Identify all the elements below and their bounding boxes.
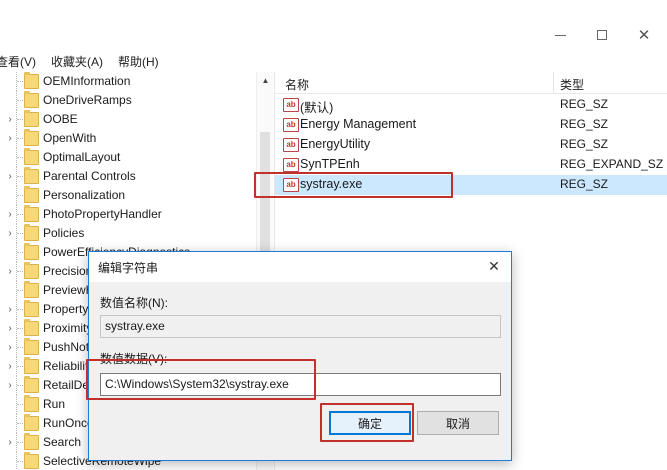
tree-item[interactable]: OptimalLayout bbox=[0, 148, 260, 167]
tree-item[interactable]: › Parental Controls bbox=[0, 167, 260, 186]
chevron-right-icon[interactable]: › bbox=[6, 319, 14, 338]
folder-icon bbox=[24, 414, 39, 431]
tree-item[interactable]: › OpenWith bbox=[0, 129, 260, 148]
folder-icon bbox=[24, 167, 39, 184]
highlight-value-data bbox=[86, 359, 316, 400]
folder-icon bbox=[24, 395, 39, 412]
tree-item-label: Proximity bbox=[43, 321, 93, 335]
list-header: 名称 类型 bbox=[275, 72, 667, 94]
close-icon: ✕ bbox=[637, 27, 651, 44]
value-type: REG_SZ bbox=[560, 117, 609, 131]
folder-icon bbox=[24, 300, 39, 317]
tree-item-label: Parental Controls bbox=[43, 169, 136, 183]
folder-icon bbox=[24, 262, 39, 279]
dialog-title: 编辑字符串 bbox=[98, 261, 159, 275]
value-type: REG_EXPAND_SZ bbox=[560, 157, 664, 171]
tree-item-label: OptimalLayout bbox=[43, 150, 121, 164]
folder-icon bbox=[24, 376, 39, 393]
ab-string-icon: ab bbox=[283, 118, 299, 132]
chevron-right-icon[interactable]: › bbox=[6, 338, 14, 357]
cancel-button[interactable]: 取消 bbox=[417, 411, 499, 435]
tree-item-label: OneDriveRamps bbox=[43, 93, 132, 107]
menu-view[interactable]: 查看(V) bbox=[0, 53, 36, 70]
chevron-right-icon[interactable]: › bbox=[6, 224, 14, 243]
chevron-right-icon[interactable]: › bbox=[6, 205, 14, 224]
column-divider[interactable] bbox=[553, 72, 554, 94]
ab-string-icon: ab bbox=[283, 138, 299, 152]
chevron-right-icon[interactable]: › bbox=[6, 376, 14, 395]
tree-item-label: Personalization bbox=[43, 188, 126, 202]
menu-bar: 查看(V) 收藏夹(A) 帮助(H) bbox=[0, 50, 667, 72]
folder-icon bbox=[24, 91, 39, 108]
folder-icon bbox=[24, 224, 39, 241]
value-name: SynTPEnh bbox=[300, 157, 360, 171]
tree-item-label: Policies bbox=[43, 226, 85, 240]
tree-item-label: OEMInformation bbox=[43, 74, 131, 88]
tree-item[interactable]: › OOBE bbox=[0, 110, 260, 129]
tree-item-label: OpenWith bbox=[43, 131, 97, 145]
tree-item[interactable]: OneDriveRamps bbox=[0, 91, 260, 110]
dialog-close-button[interactable]: ✕ bbox=[485, 257, 503, 275]
value-name-label: 数值名称(N): bbox=[100, 296, 168, 310]
tree-item[interactable]: › PhotoPropertyHandler bbox=[0, 205, 260, 224]
folder-icon bbox=[24, 72, 39, 89]
value-type: REG_SZ bbox=[560, 177, 609, 191]
folder-icon bbox=[24, 357, 39, 374]
value-name: EnergyUtility bbox=[300, 137, 371, 151]
value-type: REG_SZ bbox=[560, 97, 609, 111]
chevron-right-icon[interactable]: › bbox=[6, 433, 14, 452]
tree-item-label: PhotoPropertyHandler bbox=[43, 207, 162, 221]
folder-icon bbox=[24, 338, 39, 355]
close-window-button[interactable]: ✕ bbox=[624, 22, 664, 48]
list-item[interactable]: ab Energy Management REG_SZ bbox=[275, 115, 667, 135]
tree-item[interactable]: OEMInformation bbox=[0, 72, 260, 91]
chevron-right-icon[interactable]: › bbox=[6, 262, 14, 281]
folder-icon bbox=[24, 148, 39, 165]
list-item[interactable]: ab EnergyUtility REG_SZ bbox=[275, 135, 667, 155]
value-name-field: systray.exe bbox=[100, 315, 501, 338]
minimize-icon bbox=[554, 34, 566, 36]
tree-item-label: Search bbox=[43, 435, 82, 449]
folder-icon bbox=[24, 129, 39, 146]
folder-icon bbox=[24, 281, 39, 298]
tree-item[interactable]: Personalization bbox=[0, 186, 260, 205]
chevron-right-icon[interactable]: › bbox=[6, 357, 14, 376]
tree-item-label: RunOnce bbox=[43, 416, 94, 430]
list-item[interactable]: ab (默认) REG_SZ bbox=[275, 95, 667, 115]
ab-string-icon: ab bbox=[283, 158, 299, 172]
chevron-right-icon[interactable]: › bbox=[6, 129, 14, 148]
maximize-button[interactable] bbox=[582, 22, 622, 48]
folder-icon bbox=[24, 452, 39, 469]
dialog-titlebar: 编辑字符串 ✕ bbox=[89, 252, 511, 282]
column-header-type[interactable]: 类型 bbox=[560, 76, 584, 93]
menu-help[interactable]: 帮助(H) bbox=[118, 53, 159, 70]
folder-icon bbox=[24, 319, 39, 336]
tree-item[interactable]: › Policies bbox=[0, 224, 260, 243]
maximize-icon bbox=[597, 30, 607, 40]
close-icon: ✕ bbox=[488, 257, 500, 274]
highlight-ok-button bbox=[320, 403, 414, 442]
highlight-systray-row bbox=[254, 172, 453, 198]
folder-icon bbox=[24, 243, 39, 260]
folder-icon bbox=[24, 433, 39, 450]
column-header-name[interactable]: 名称 bbox=[285, 76, 309, 93]
edit-string-dialog: 编辑字符串 ✕ 数值名称(N): systray.exe 数值数据(V): C:… bbox=[88, 251, 512, 461]
folder-icon bbox=[24, 110, 39, 127]
value-name: Energy Management bbox=[300, 117, 417, 131]
window-titlebar: ✕ bbox=[0, 0, 667, 50]
folder-icon bbox=[24, 186, 39, 203]
chevron-right-icon[interactable]: › bbox=[6, 300, 14, 319]
ab-string-icon: ab bbox=[283, 98, 299, 112]
value-name: (默认) bbox=[300, 101, 334, 115]
scroll-up-icon[interactable]: ▲ bbox=[257, 72, 274, 89]
tree-item-label: OOBE bbox=[43, 112, 78, 126]
chevron-right-icon[interactable]: › bbox=[6, 167, 14, 186]
chevron-right-icon[interactable]: › bbox=[6, 110, 14, 129]
minimize-button[interactable] bbox=[540, 22, 580, 48]
value-type: REG_SZ bbox=[560, 137, 609, 151]
folder-icon bbox=[24, 205, 39, 222]
tree-item-label: Run bbox=[43, 397, 66, 411]
menu-favorites[interactable]: 收藏夹(A) bbox=[51, 53, 103, 70]
